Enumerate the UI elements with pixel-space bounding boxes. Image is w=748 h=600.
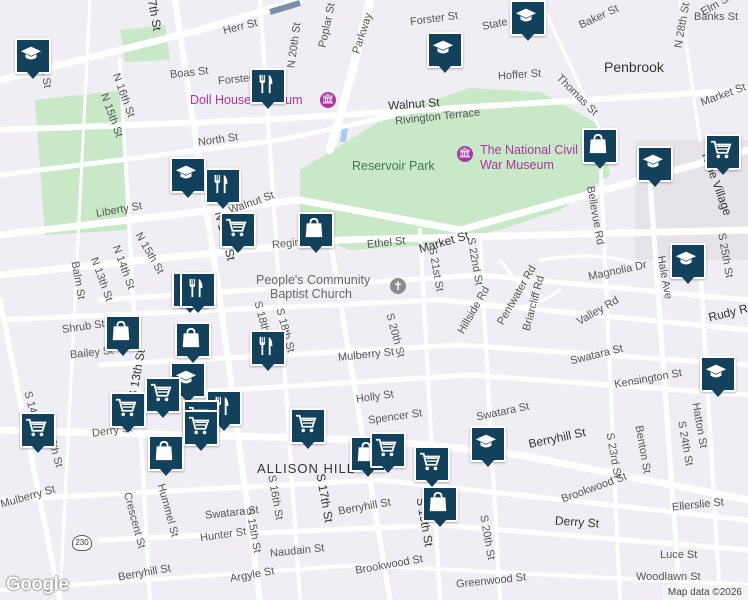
museum-icon[interactable]: 🏛 [320, 92, 336, 108]
grocery-marker[interactable] [705, 134, 741, 176]
grocery-marker[interactable] [290, 408, 326, 450]
marker-tip [191, 305, 205, 313]
marker-tip [301, 441, 315, 449]
grocery-marker[interactable] [220, 212, 256, 254]
reservoir-park-label[interactable]: Reservoir Park [352, 160, 435, 173]
marker-tip [159, 468, 173, 476]
street-label: Woodlawn St [636, 571, 701, 583]
education-marker[interactable] [15, 38, 51, 80]
area-label: Penbrook [604, 59, 664, 75]
map-canvas[interactable]: Herr St Poplar St N 20th St Forster St P… [0, 0, 748, 600]
street-label: Banks St [694, 11, 739, 23]
marker-tip [261, 101, 275, 109]
shopping-marker[interactable] [298, 212, 334, 254]
marker-tip [381, 465, 395, 473]
neighborhood-label: ALLISON HILL [257, 461, 355, 476]
shopping-marker[interactable] [175, 322, 211, 364]
marker-tip [261, 363, 275, 371]
marker-tip [593, 161, 607, 169]
marker-tip [186, 355, 200, 363]
marker-tip [309, 245, 323, 253]
marker-tip [156, 410, 170, 418]
marker-tip [116, 348, 130, 356]
civil-war-museum-label[interactable]: The National Civil War Museum [480, 143, 584, 173]
grocery-marker[interactable] [20, 412, 56, 454]
grocery-marker[interactable] [110, 392, 146, 434]
restaurant-marker[interactable] [250, 330, 286, 372]
church-label-line1[interactable]: People's Community [256, 274, 370, 287]
education-marker[interactable] [700, 356, 736, 398]
shopping-marker[interactable] [422, 486, 458, 528]
map-attribution: Map data ©2026 [661, 585, 748, 600]
museum-icon[interactable]: 🏛 [457, 146, 473, 162]
grocery-marker[interactable] [183, 410, 219, 452]
restaurant-marker[interactable] [180, 272, 216, 314]
education-marker[interactable] [670, 243, 706, 285]
church-label-line2[interactable]: Baptist Church [270, 288, 352, 301]
education-marker[interactable] [470, 426, 506, 468]
marker-tip [438, 65, 452, 73]
grocery-marker[interactable] [145, 377, 181, 419]
education-marker[interactable] [427, 32, 463, 74]
education-marker[interactable] [637, 146, 673, 188]
restaurant-marker[interactable] [250, 68, 286, 110]
grocery-marker[interactable] [370, 432, 406, 474]
education-marker[interactable] [170, 157, 206, 199]
marker-tip [26, 71, 40, 79]
marker-tip [648, 179, 662, 187]
google-logo: Google [6, 574, 69, 595]
marker-tip [216, 201, 230, 209]
street-label: Derry St [554, 513, 600, 531]
marker-tip [231, 245, 245, 253]
street-label: Luce St [660, 549, 698, 561]
marker-tip [481, 459, 495, 467]
shopping-marker[interactable] [582, 128, 618, 170]
shopping-marker[interactable] [105, 315, 141, 357]
church-icon[interactable]: ✝ [390, 278, 406, 294]
marker-tip [716, 167, 730, 175]
marker-tip [711, 389, 725, 397]
marker-tip [194, 443, 208, 451]
marker-tip [181, 190, 195, 198]
marker-tip [433, 519, 447, 527]
grocery-marker[interactable] [414, 446, 450, 488]
marker-tip [425, 479, 439, 487]
marker-tip [681, 276, 695, 284]
marker-tip [217, 423, 231, 431]
street-label: Walnut St [387, 95, 441, 113]
marker-tip [31, 445, 45, 453]
education-marker[interactable] [510, 0, 546, 42]
marker-tip [521, 33, 535, 41]
restaurant-marker[interactable] [205, 168, 241, 210]
shopping-marker[interactable] [148, 435, 184, 477]
marker-tip [121, 425, 135, 433]
route-shield: 230 [72, 535, 92, 551]
